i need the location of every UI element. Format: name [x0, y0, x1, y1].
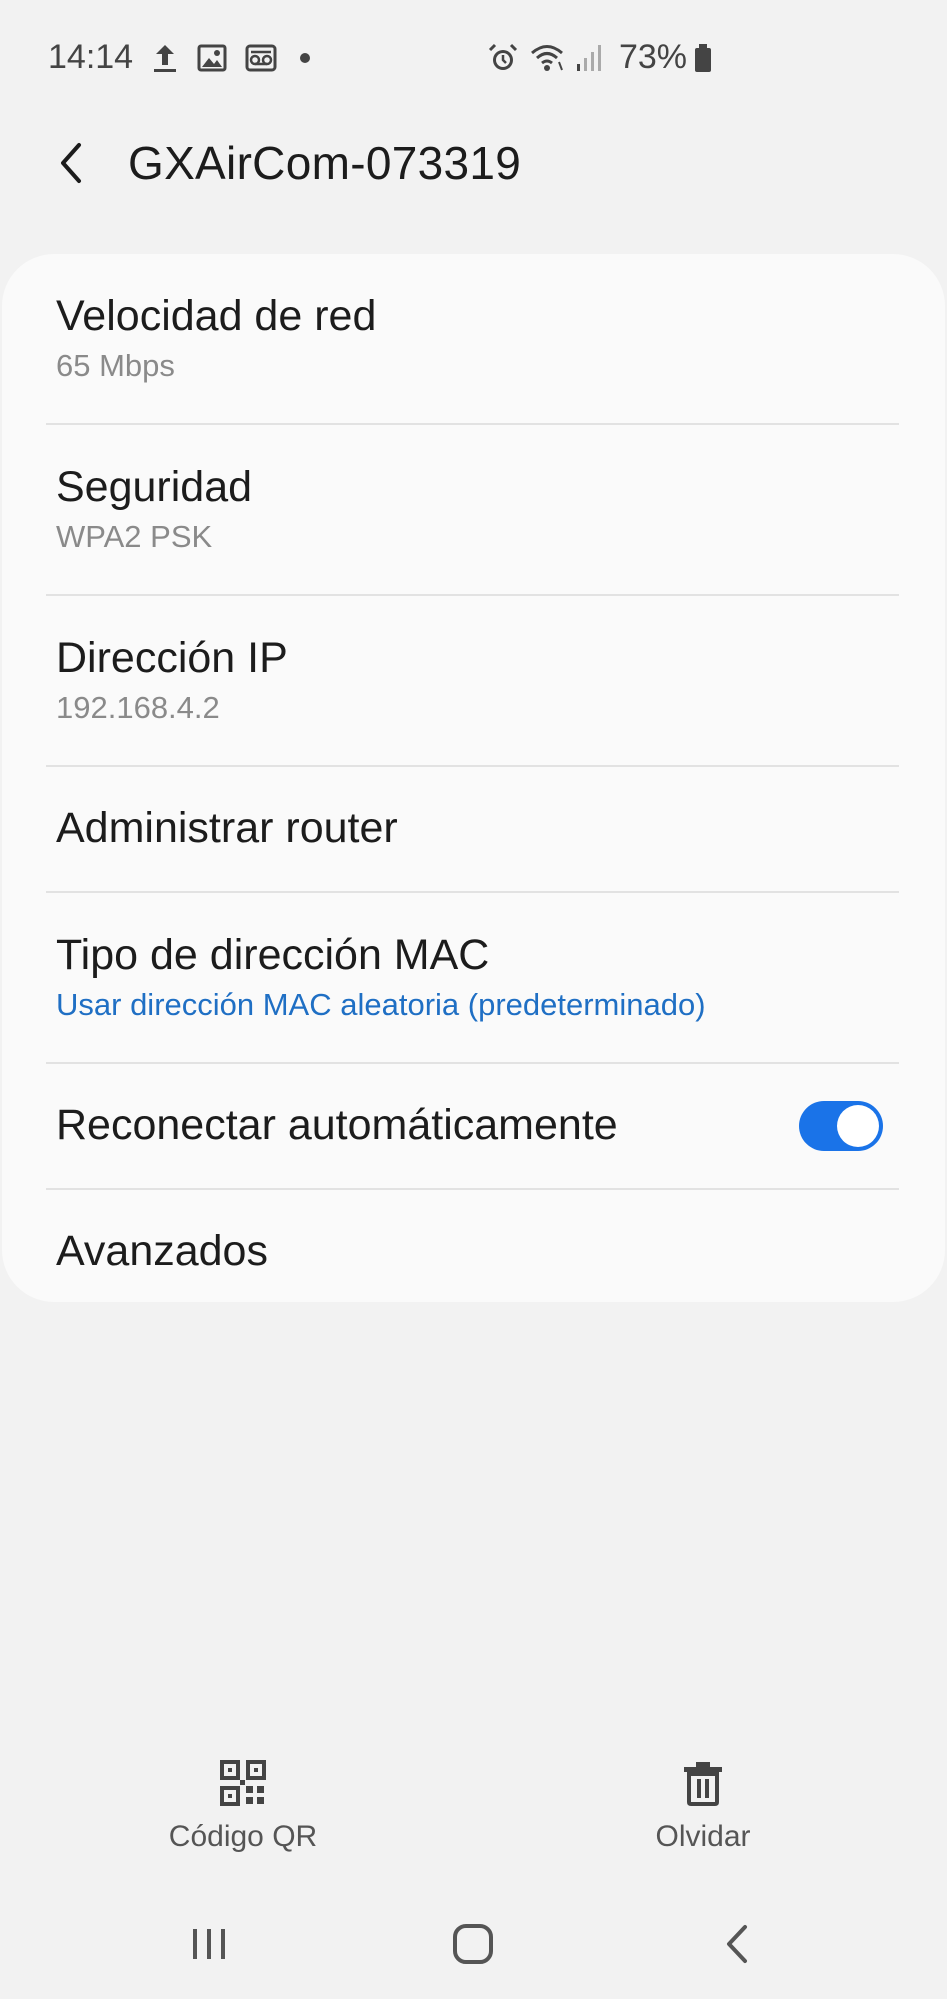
security-value: WPA2 PSK — [56, 518, 213, 554]
forget-label: Olvidar — [655, 1820, 751, 1853]
back-arrow-icon — [61, 142, 81, 183]
toggle-knob — [837, 1105, 879, 1147]
recent-apps-icon — [193, 1929, 225, 1959]
alarm-icon — [487, 42, 519, 74]
battery-icon — [693, 42, 713, 74]
security-label: Seguridad — [56, 463, 253, 512]
forget-button[interactable]: Olvidar — [573, 1760, 833, 1854]
qr-code-label: Código QR — [168, 1820, 318, 1853]
back-button[interactable] — [42, 133, 102, 193]
trash-icon — [684, 1762, 722, 1806]
dot-icon — [295, 43, 315, 73]
status-bar-right: 73% — [487, 38, 713, 77]
mac-address-type-row[interactable]: Tipo de dirección MAC Usar dirección MAC… — [2, 893, 945, 1062]
ip-address-value: 192.168.4.2 — [56, 689, 220, 725]
signal-icon — [575, 42, 605, 74]
battery-percent: 73% — [618, 38, 687, 76]
advanced-label: Avanzados — [56, 1226, 268, 1275]
network-settings-card: Velocidad de red 65 Mbps Seguridad WPA2 … — [2, 254, 945, 1302]
recent-apps-button[interactable] — [177, 1912, 241, 1976]
home-button[interactable] — [441, 1912, 505, 1976]
network-speed-row: Velocidad de red 65 Mbps — [2, 254, 945, 423]
home-icon — [453, 1924, 493, 1964]
auto-reconnect-row[interactable]: Reconectar automáticamente — [2, 1064, 945, 1188]
ip-address-label: Dirección IP — [56, 634, 288, 683]
manage-router-label: Administrar router — [56, 804, 398, 853]
status-time: 14:14 — [48, 38, 134, 76]
network-speed-label: Velocidad de red — [56, 292, 377, 341]
mac-address-type-value: Usar dirección MAC aleatoria (predetermi… — [56, 986, 706, 1022]
ip-address-row: Dirección IP 192.168.4.2 — [2, 596, 945, 765]
upload-icon — [151, 41, 179, 75]
image-icon — [197, 43, 227, 73]
manage-router-row[interactable]: Administrar router — [2, 767, 945, 891]
back-icon — [727, 1925, 747, 1963]
wifi-icon — [529, 42, 565, 74]
auto-reconnect-toggle[interactable] — [799, 1101, 883, 1151]
voicemail-icon — [245, 43, 277, 73]
app-header: GXAirCom-073319 — [0, 115, 947, 210]
qr-code-button[interactable]: Código QR — [113, 1760, 373, 1854]
network-speed-value: 65 Mbps — [56, 347, 175, 383]
qr-code-icon — [220, 1760, 266, 1806]
advanced-row[interactable]: Avanzados — [2, 1190, 945, 1302]
status-bar-left: 14:14 — [48, 38, 315, 77]
nav-back-button[interactable] — [705, 1912, 769, 1976]
page-title: GXAirCom-073319 — [128, 136, 522, 189]
mac-address-type-label: Tipo de dirección MAC — [56, 931, 490, 980]
status-bar: 14:14 73% — [0, 0, 947, 115]
navigation-bar — [0, 1890, 947, 1999]
bottom-action-bar: Código QR Olvidar — [0, 1760, 947, 1890]
security-row: Seguridad WPA2 PSK — [2, 425, 945, 594]
